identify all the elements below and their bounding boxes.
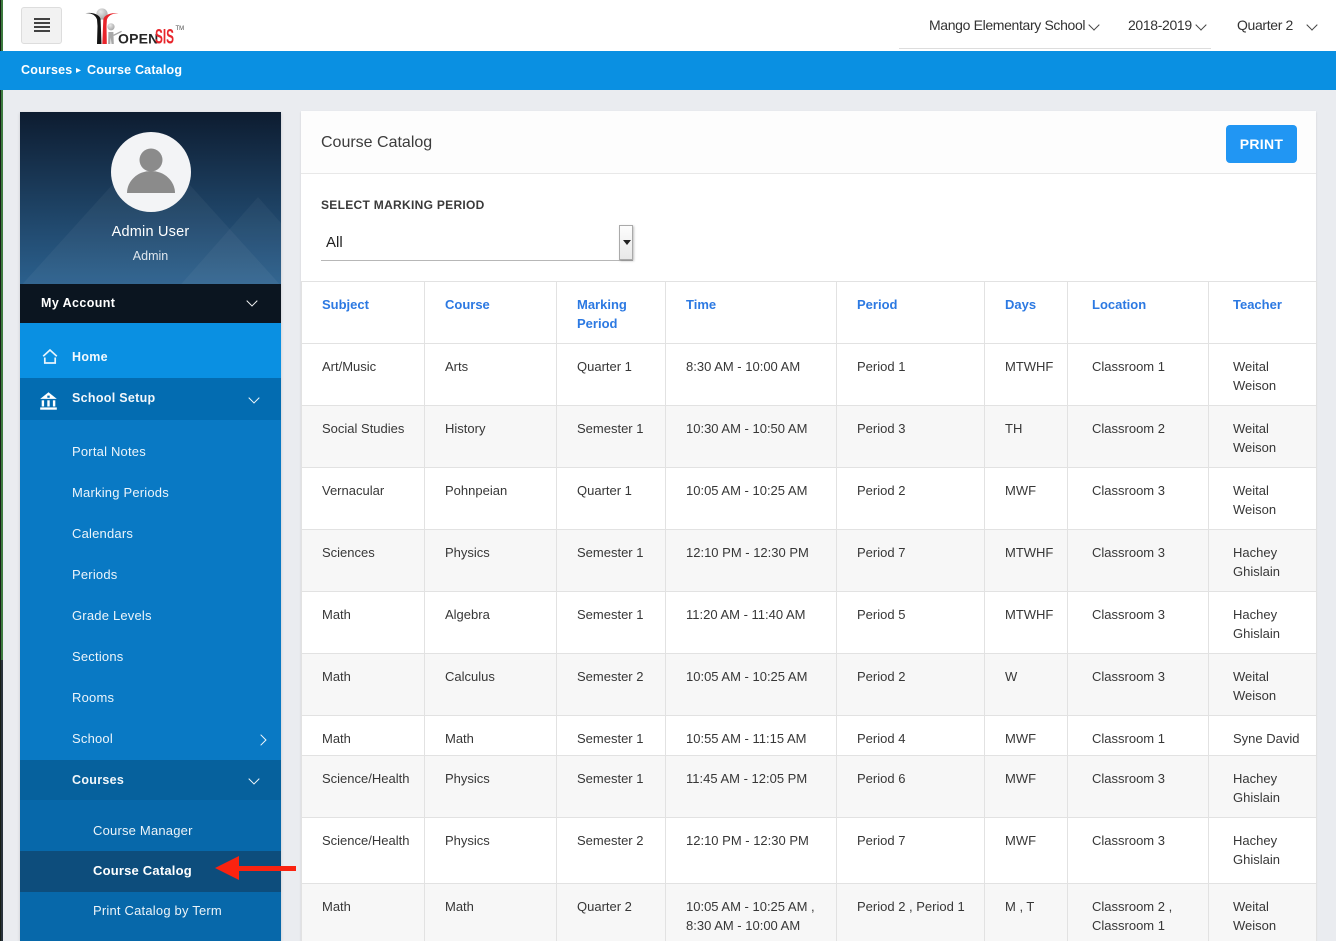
svg-text:TM: TM [176,26,185,32]
svg-text:SIS: SIS [155,25,174,48]
svg-text:OPEN: OPEN [118,31,158,47]
